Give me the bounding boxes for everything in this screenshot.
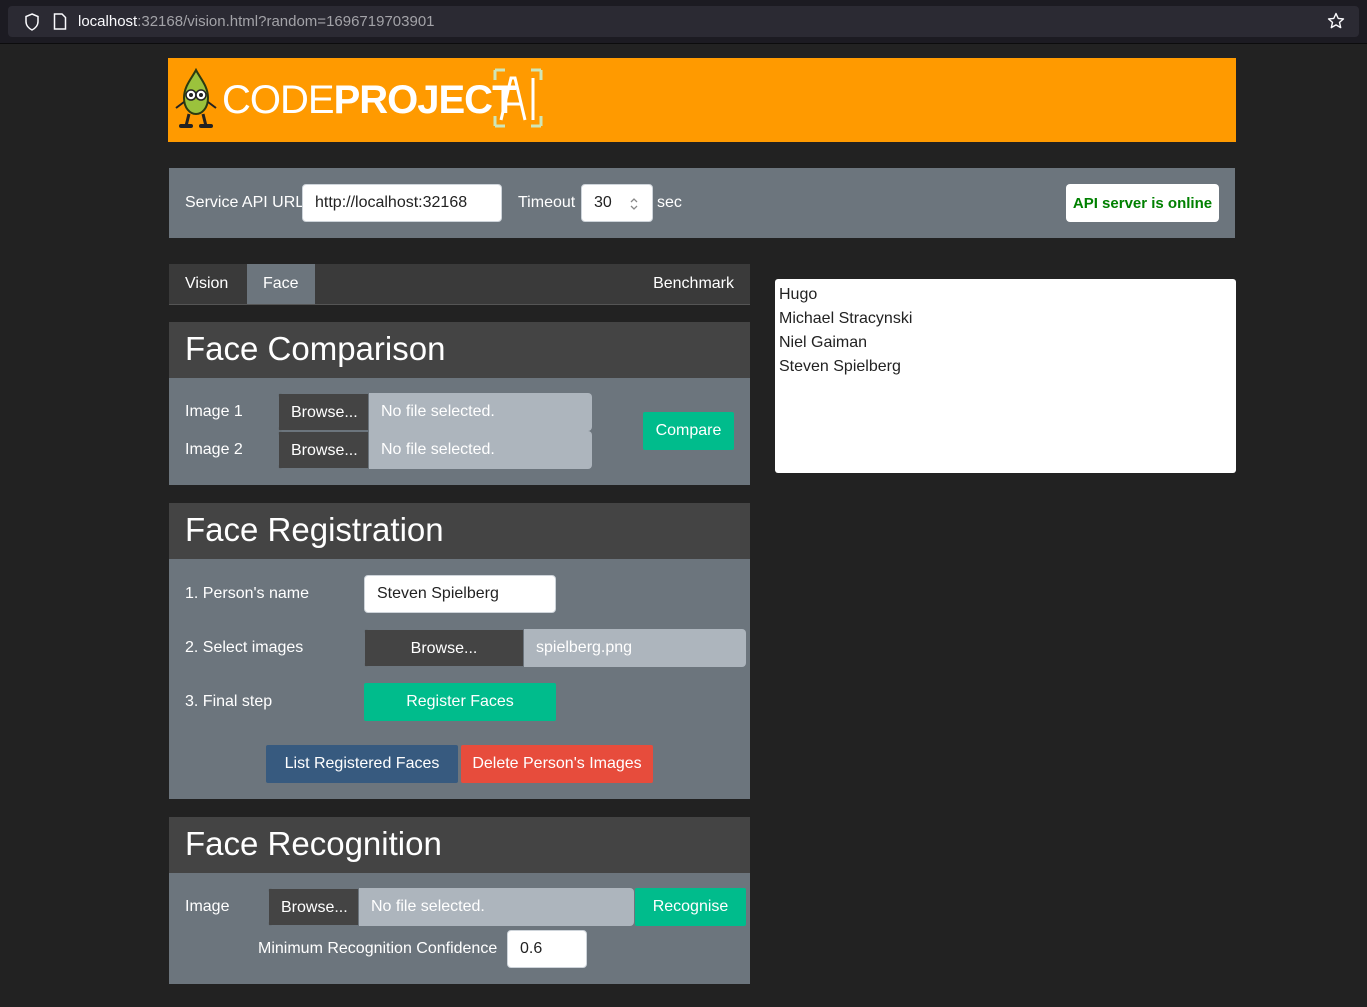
compare-button[interactable]: Compare: [643, 412, 734, 450]
recognise-button[interactable]: Recognise: [635, 888, 746, 926]
url-host: localhost: [78, 13, 138, 30]
register-browse-button[interactable]: Browse...: [364, 629, 524, 667]
bookmark-star-icon[interactable]: [1327, 12, 1345, 30]
card-header: Face Comparison: [169, 322, 750, 378]
registered-faces-list: Hugo Michael Stracynski Niel Gaiman Stev…: [775, 279, 1236, 473]
image1-file-input[interactable]: Browse... No file selected.: [278, 393, 592, 431]
image1-file-name: No file selected.: [369, 393, 592, 431]
recognition-file-input[interactable]: Browse... No file selected.: [268, 888, 634, 926]
person-name-label: 1. Person's name: [185, 585, 310, 602]
min-confidence-input[interactable]: 0.6: [507, 930, 587, 968]
recognition-browse-button[interactable]: Browse...: [268, 888, 359, 926]
final-step-label: 3. Final step: [185, 693, 273, 710]
timeout-label: Timeout: [518, 194, 576, 211]
register-faces-button[interactable]: Register Faces: [364, 683, 556, 721]
face-registration-title: Face Registration: [185, 511, 444, 548]
min-confidence-label: Minimum Recognition Confidence: [258, 940, 498, 957]
logo-ai-bracket-icon: [493, 68, 543, 128]
card-header: Face Registration: [169, 503, 750, 559]
mascot-logo-icon: [175, 68, 217, 128]
image2-file-input[interactable]: Browse... No file selected.: [278, 431, 592, 469]
spinner-arrows-icon[interactable]: [628, 195, 640, 213]
card-header: Face Recognition: [169, 817, 750, 873]
api-url-input[interactable]: http://localhost:32168: [302, 184, 502, 222]
list-item: Michael Stracynski: [779, 310, 913, 327]
browser-toolbar: localhost:32168/vision.html?random=16967…: [0, 0, 1367, 44]
face-recognition-card: Face Recognition Image Browse... No file…: [169, 817, 750, 984]
tab-face[interactable]: Face: [247, 264, 315, 304]
image1-browse-button[interactable]: Browse...: [278, 393, 369, 431]
image2-label: Image 2: [185, 441, 243, 458]
register-file-input[interactable]: Browse... spielberg.png: [364, 629, 746, 667]
face-comparison-title: Face Comparison: [185, 330, 446, 367]
list-item: Niel Gaiman: [779, 334, 868, 351]
server-status-badge: API server is online: [1066, 184, 1219, 222]
person-name-input[interactable]: Steven Spielberg: [364, 575, 556, 613]
recognition-file-name: No file selected.: [359, 888, 634, 926]
list-registered-faces-button[interactable]: List Registered Faces: [266, 745, 458, 783]
tab-vision[interactable]: Vision: [169, 264, 244, 304]
face-registration-card: Face Registration 1. Person's name Steve…: [169, 503, 750, 799]
header-banner: CODEPROJECT: [168, 58, 1236, 142]
address-bar[interactable]: localhost:32168/vision.html?random=16967…: [8, 6, 1359, 37]
tab-bar: Vision Face Benchmark: [169, 264, 750, 305]
image2-browse-button[interactable]: Browse...: [278, 431, 369, 469]
logo-code: CODE: [222, 78, 335, 122]
register-file-name: spielberg.png: [524, 629, 746, 667]
image2-file-name: No file selected.: [369, 431, 592, 469]
face-recognition-title: Face Recognition: [185, 825, 442, 862]
select-images-label: 2. Select images: [185, 639, 304, 656]
timeout-value: 30: [594, 194, 612, 211]
image1-label: Image 1: [185, 403, 243, 420]
url-text[interactable]: localhost:32168/vision.html?random=16967…: [78, 13, 435, 30]
recognition-image-label: Image: [185, 898, 230, 915]
shield-icon[interactable]: [24, 13, 40, 31]
logo-project: PROJECT: [333, 78, 517, 122]
delete-person-images-button[interactable]: Delete Person's Images: [461, 745, 653, 783]
page-icon: [53, 13, 67, 30]
url-path: :32168/vision.html?random=1696719703901: [137, 13, 435, 30]
tab-benchmark[interactable]: Benchmark: [637, 264, 750, 304]
settings-bar: Service API URL http://localhost:32168 T…: [169, 168, 1235, 238]
face-comparison-card: Face Comparison Image 1 Browse... No fil…: [169, 322, 750, 485]
timeout-unit: sec: [657, 194, 682, 211]
logo-wordmark: CODEPROJECT: [222, 74, 517, 126]
api-url-label: Service API URL: [185, 194, 305, 211]
list-item: Steven Spielberg: [779, 358, 901, 375]
list-item: Hugo: [779, 286, 818, 303]
timeout-input[interactable]: 30: [581, 184, 653, 222]
